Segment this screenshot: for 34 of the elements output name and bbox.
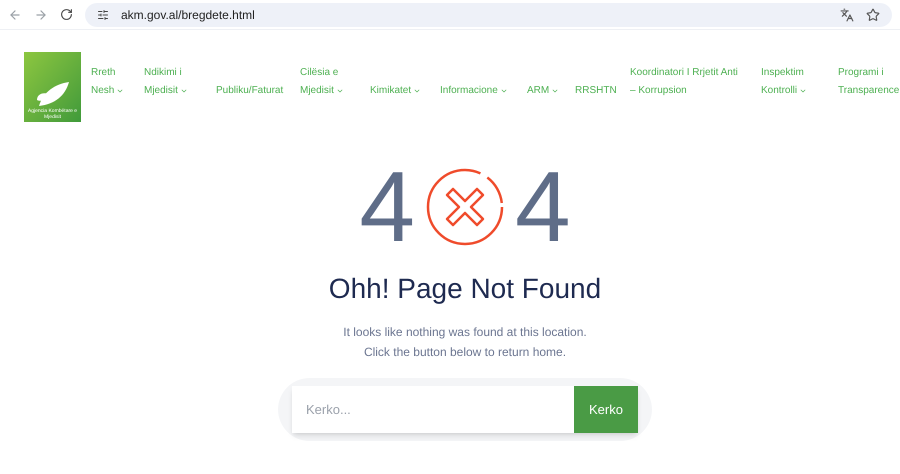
x-circle-icon (425, 167, 505, 247)
reload-icon[interactable] (60, 8, 73, 21)
chevron-down-icon (116, 87, 124, 95)
nav-link[interactable]: Informacione (440, 82, 527, 100)
forward-icon[interactable] (34, 8, 48, 22)
error-title: Ohh! Page Not Found (328, 272, 602, 306)
url-text: akm.gov.al/bregdete.html (121, 6, 255, 24)
nav-link[interactable]: RRSHTN (575, 82, 630, 100)
search-button[interactable]: Kerko (574, 386, 638, 433)
chevron-down-icon (180, 87, 188, 95)
nav-link[interactable]: Publiku/Faturat (216, 82, 300, 100)
search-field[interactable]: Kerko... (292, 386, 574, 433)
bookmark-icon[interactable] (866, 8, 880, 22)
translate-icon[interactable] (840, 8, 854, 22)
site-settings-icon[interactable] (97, 8, 109, 20)
nav-link[interactable]: Koordinatori I Rrjetit Anti – Korrupsion (630, 64, 761, 100)
chevron-down-icon (336, 87, 344, 95)
error-message: It looks like nothing was found at this location. (343, 324, 587, 341)
error-digit: 4 (359, 162, 415, 252)
nav-link[interactable]: Rreth Nesh (91, 64, 144, 100)
chevron-down-icon (500, 87, 508, 95)
chevron-down-icon (799, 87, 808, 95)
back-icon[interactable] (8, 8, 22, 22)
chevron-down-icon (551, 87, 560, 95)
nav-link[interactable]: ARM (527, 82, 575, 100)
error-digit: 4 (515, 162, 571, 252)
nav-link[interactable]: Cilësia e Mjedisit (300, 64, 370, 100)
nav-link[interactable]: Inspektim Kontrolli (761, 64, 838, 100)
nav-link[interactable]: Ndikimi i Mjedisit (144, 64, 216, 100)
chevron-down-icon (413, 87, 422, 95)
nav-link[interactable]: Kimikatet (370, 82, 440, 100)
address-bar[interactable]: akm.gov.al/bregdete.html (85, 2, 892, 26)
error-message: Click the button below to return home. (364, 344, 566, 361)
nav-link[interactable]: Programi i Transparence (838, 64, 900, 100)
